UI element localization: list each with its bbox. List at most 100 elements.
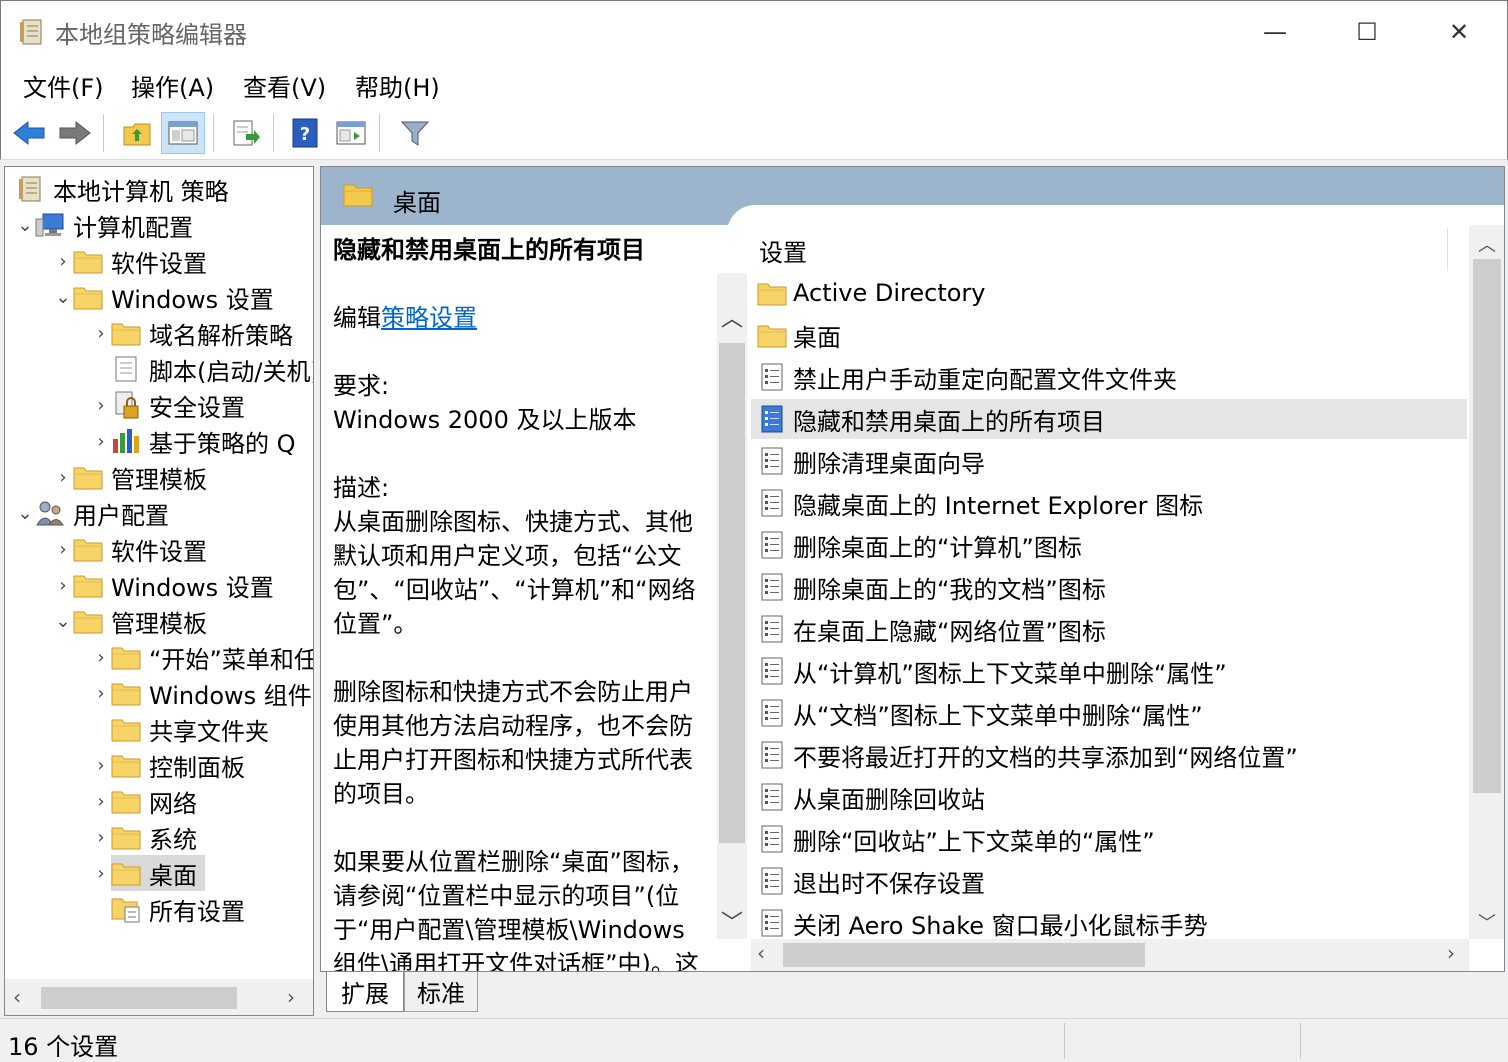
tree-item[interactable]: › Windows 设置 — [53, 567, 273, 603]
policy-setting-row[interactable]: 删除清理桌面向导 — [751, 441, 1467, 481]
help-icon[interactable]: ? — [283, 112, 327, 154]
tree-item[interactable]: › 基于策略的 Q — [91, 423, 296, 459]
chevron-right-icon[interactable]: › — [53, 567, 73, 603]
export-list-icon[interactable] — [223, 112, 267, 154]
chevron-right-icon[interactable]: › — [53, 243, 73, 279]
policy-settings-link[interactable]: 策略设置 — [381, 304, 477, 332]
chevron-right-icon[interactable]: › — [91, 639, 111, 675]
chevron-down-icon[interactable]: ⌄ — [15, 495, 35, 531]
tree-item-label: 域名解析策略 — [149, 321, 293, 350]
tree-item[interactable]: 共享文件夹 — [91, 711, 269, 747]
chevron-right-icon[interactable]: › — [91, 783, 111, 819]
settings-folder-row[interactable]: 桌面 — [751, 315, 1467, 355]
policy-setting-row[interactable]: 从“文档”图标上下文菜单中删除“属性” — [751, 693, 1467, 733]
policy-setting-row[interactable]: 隐藏桌面上的 Internet Explorer 图标 — [751, 483, 1467, 523]
chevron-right-icon[interactable]: › — [91, 675, 111, 711]
tree-item[interactable]: ⌄ Windows 设置 — [53, 279, 273, 315]
menu-view[interactable]: 查看(V) — [243, 68, 326, 103]
tree-item[interactable]: 所有设置 — [91, 891, 245, 927]
tree-item[interactable]: › 桌面 — [91, 855, 205, 891]
tab-standard[interactable]: 标准 — [404, 972, 478, 1012]
menu-file[interactable]: 文件(F) — [23, 68, 104, 103]
up-folder-icon[interactable] — [115, 112, 159, 154]
tree-item[interactable]: 本地计算机 策略 — [15, 171, 229, 207]
policy-setting-row[interactable]: 从桌面删除回收站 — [751, 777, 1467, 817]
tree-item[interactable]: › 管理模板 — [53, 459, 207, 495]
scroll-left-icon[interactable]: ‹ — [757, 941, 765, 965]
column-divider[interactable] — [1447, 227, 1448, 271]
bar-chart-icon — [111, 426, 141, 456]
back-arrow-icon[interactable] — [7, 112, 51, 154]
policy-setting-row[interactable]: 隐藏和禁用桌面上的所有项目 — [751, 399, 1467, 439]
chevron-down-icon[interactable]: ⌄ — [15, 207, 35, 243]
menu-help[interactable]: 帮助(H) — [355, 68, 440, 103]
policy-setting-row[interactable]: 不要将最近打开的文档的共享添加到“网络位置” — [751, 735, 1467, 775]
tree-hscroll-thumb[interactable] — [41, 987, 237, 1009]
tree-item[interactable]: › 系统 — [91, 819, 197, 855]
maximize-button[interactable]: ☐ — [1321, 1, 1413, 63]
forward-arrow-icon[interactable] — [53, 112, 97, 154]
description-scroll-thumb[interactable] — [719, 343, 745, 843]
show-hide-tree-icon[interactable] — [161, 112, 205, 154]
scroll-down-icon[interactable]: ﹀ — [1469, 909, 1504, 935]
policy-setting-row[interactable]: 删除“回收站”上下文菜单的“属性” — [751, 819, 1467, 859]
scroll-left-icon[interactable]: ‹ — [13, 985, 21, 1009]
tree-item[interactable]: 脚本(启动/关机) — [91, 351, 314, 387]
policy-document-icon — [757, 908, 787, 938]
tree-item[interactable]: ⌄ 用户配置 — [15, 495, 169, 531]
console-view-icon[interactable] — [329, 112, 373, 154]
chevron-down-icon[interactable]: ⌄ — [53, 279, 73, 315]
scroll-right-icon[interactable]: › — [1447, 941, 1455, 965]
tree-item[interactable]: › Windows 组件 — [91, 675, 311, 711]
policy-setting-row[interactable]: 关闭 Aero Shake 窗口最小化鼠标手势 — [751, 903, 1467, 943]
tree-item[interactable]: › 控制面板 — [91, 747, 245, 783]
scroll-right-icon[interactable]: › — [287, 985, 295, 1009]
tree-item[interactable]: › 软件设置 — [53, 531, 207, 567]
policy-setting-row[interactable]: 删除桌面上的“我的文档”图标 — [751, 567, 1467, 607]
close-button[interactable]: ✕ — [1413, 1, 1505, 63]
filter-icon[interactable] — [393, 112, 437, 154]
tree-item[interactable]: › 网络 — [91, 783, 197, 819]
chevron-right-icon[interactable]: › — [91, 819, 111, 855]
settings-vertical-scrollbar[interactable]: ︿ ﹀ — [1469, 225, 1504, 939]
all-settings-icon — [111, 894, 141, 924]
chevron-right-icon[interactable]: › — [91, 855, 111, 891]
policy-setting-row[interactable]: 禁止用户手动重定向配置文件文件夹 — [751, 357, 1467, 397]
scroll-up-icon[interactable]: ︿ — [1469, 231, 1504, 257]
scroll-down-icon[interactable]: ﹀ — [717, 905, 747, 937]
tab-extended[interactable]: 扩展 — [326, 972, 404, 1012]
tree-item-label: 软件设置 — [111, 537, 207, 566]
description-scrollbar[interactable]: ︿ ﹀ — [717, 273, 747, 939]
folder-icon — [73, 462, 103, 492]
settings-scroll-thumb[interactable] — [1473, 259, 1501, 793]
tree-item[interactable]: › 域名解析策略 — [91, 315, 293, 351]
settings-horizontal-scrollbar[interactable]: ‹ › — [751, 939, 1469, 971]
tree-item[interactable]: › “开始”菜单和任务栏 — [91, 639, 313, 675]
chevron-right-icon[interactable]: › — [53, 459, 73, 495]
chevron-right-icon[interactable]: › — [53, 531, 73, 567]
setting-label: 删除“回收站”上下文菜单的“属性” — [793, 827, 1155, 856]
tree-horizontal-scrollbar[interactable]: ‹ › — [5, 979, 313, 1015]
settings-column-header[interactable]: 设置 — [759, 233, 807, 268]
tree-item[interactable]: › 安全设置 — [91, 387, 245, 423]
chevron-right-icon[interactable]: › — [91, 747, 111, 783]
policy-setting-row[interactable]: 退出时不保存设置 — [751, 861, 1467, 901]
chevron-right-icon[interactable]: › — [91, 387, 111, 423]
minimize-button[interactable]: — — [1229, 1, 1321, 63]
tree-item[interactable]: ⌄ 管理模板 — [53, 603, 207, 639]
chevron-right-icon[interactable]: › — [91, 423, 111, 459]
scroll-up-icon[interactable]: ︿ — [717, 301, 747, 333]
settings-hscroll-thumb[interactable] — [783, 943, 1145, 967]
tree-item-label: 脚本(启动/关机) — [149, 357, 314, 386]
chevron-right-icon[interactable]: › — [91, 315, 111, 351]
chevron-down-icon[interactable]: ⌄ — [53, 603, 73, 639]
menu-action[interactable]: 操作(A) — [131, 68, 214, 103]
setting-label: 隐藏桌面上的 Internet Explorer 图标 — [793, 491, 1204, 520]
policy-setting-row[interactable]: 从“计算机”图标上下文菜单中删除“属性” — [751, 651, 1467, 691]
policy-setting-row[interactable]: 在桌面上隐藏“网络位置”图标 — [751, 609, 1467, 649]
policy-setting-row[interactable]: 删除桌面上的“计算机”图标 — [751, 525, 1467, 565]
settings-folder-row[interactable]: Active Directory — [751, 273, 1467, 313]
tree-item[interactable]: ⌄ 计算机配置 — [15, 207, 193, 243]
tree-item[interactable]: › 软件设置 — [53, 243, 207, 279]
setting-label: 从“计算机”图标上下文菜单中删除“属性” — [793, 659, 1227, 688]
